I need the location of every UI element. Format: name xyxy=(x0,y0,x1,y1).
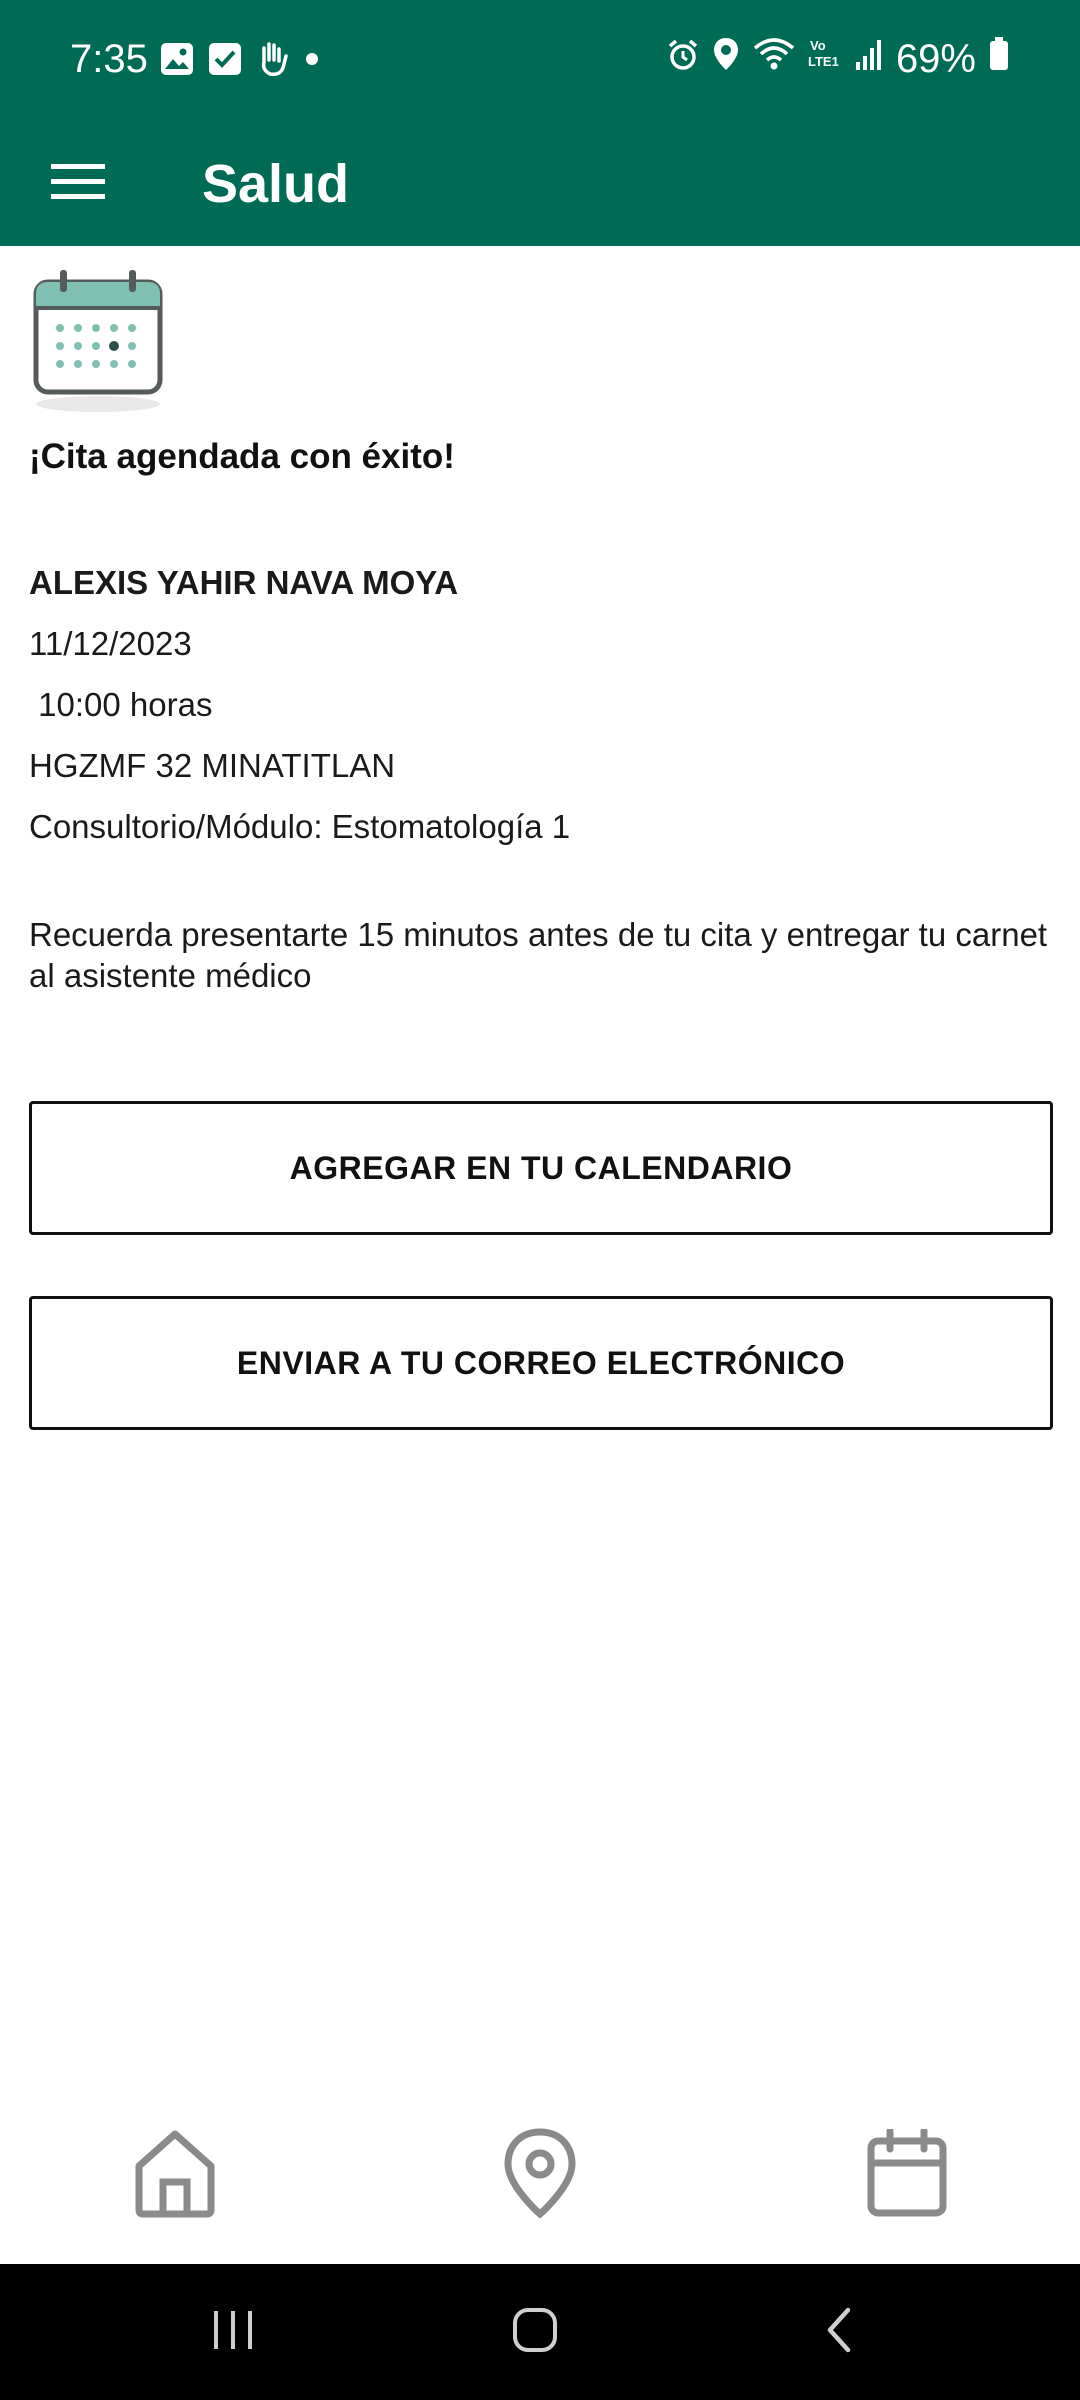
wifi-icon xyxy=(752,34,796,84)
nav-calendar-button[interactable] xyxy=(852,2120,962,2230)
alarm-icon xyxy=(666,34,700,84)
calendar-illustration-icon xyxy=(28,268,168,418)
appointment-date: 11/12/2023 xyxy=(29,625,192,662)
send-email-button[interactable]: ENVIAR A TU CORREO ELECTRÓNICO xyxy=(29,1296,1053,1430)
back-button[interactable] xyxy=(795,2292,885,2372)
home-system-button[interactable] xyxy=(490,2292,580,2372)
location-icon xyxy=(712,34,740,84)
appointment-details: ALEXIS YAHIR NAVA MOYA 11/12/2023 10:00 … xyxy=(29,552,1049,857)
dot-icon xyxy=(304,51,320,72)
svg-text:Vo: Vo xyxy=(810,38,826,53)
nav-location-button[interactable] xyxy=(485,2120,595,2230)
nav-home-button[interactable] xyxy=(120,2120,230,2230)
bottom-nav xyxy=(0,2080,1080,2264)
menu-button[interactable] xyxy=(38,144,118,224)
patient-name: ALEXIS YAHIR NAVA MOYA xyxy=(29,564,459,601)
status-left-icons xyxy=(160,40,320,83)
svg-text:LTE1: LTE1 xyxy=(808,54,839,69)
status-right-icons: Vo LTE1 69% xyxy=(666,34,1010,84)
volte-icon: Vo LTE1 xyxy=(808,34,842,84)
home-circle-icon xyxy=(510,2305,560,2360)
reminder-text: Recuerda presentarte 15 minutos antes de… xyxy=(29,916,1048,994)
signal-icon xyxy=(854,34,884,84)
app-bar: Salud xyxy=(0,122,1080,246)
back-icon xyxy=(820,2305,860,2360)
recents-icon xyxy=(208,2307,258,2358)
appointment-time: 10:00 horas xyxy=(29,686,213,723)
location-pin-icon xyxy=(502,2127,578,2223)
calendar-icon xyxy=(866,2127,948,2222)
recents-button[interactable] xyxy=(188,2292,278,2372)
hand-icon xyxy=(256,40,290,83)
status-bar: 7:35 Vo LTE1 69% xyxy=(0,0,1080,122)
status-time: 7:35 xyxy=(70,37,148,81)
success-title: ¡Cita agendada con éxito! xyxy=(29,437,455,476)
battery-text: 69% xyxy=(895,37,976,81)
add-to-calendar-button[interactable]: AGREGAR EN TU CALENDARIO xyxy=(29,1101,1053,1235)
hamburger-menu-icon xyxy=(51,162,105,207)
battery-icon xyxy=(988,34,1010,84)
home-icon xyxy=(133,2128,217,2223)
app-title: Salud xyxy=(202,154,350,214)
check-icon xyxy=(208,42,242,81)
system-nav-bar xyxy=(0,2264,1080,2400)
clinic-name: HGZMF 32 MINATITLAN xyxy=(29,747,396,784)
office-module: Consultorio/Módulo: Estomatología 1 xyxy=(29,808,571,845)
gallery-icon xyxy=(160,42,194,81)
